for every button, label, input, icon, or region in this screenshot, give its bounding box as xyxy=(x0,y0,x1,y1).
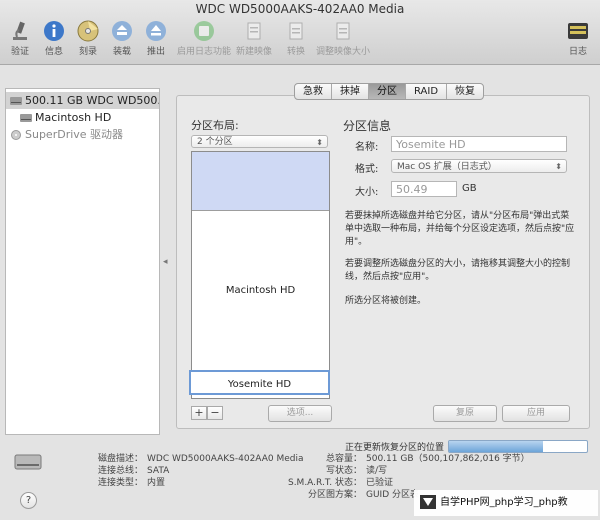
watermark-banner: 自学PHP网_php学习_php教 xyxy=(414,490,598,516)
resize-image-button[interactable]: 调整映像大小 xyxy=(312,20,374,57)
convert-label: 转换 xyxy=(286,47,305,57)
write-status-value: 读/写 xyxy=(366,466,388,476)
tab-bar: 急救 抹掉 分区 RAID 恢复 xyxy=(294,83,485,100)
new-image-button[interactable]: 新建映像 xyxy=(232,20,276,57)
progress-fill xyxy=(449,441,543,452)
eject-icon xyxy=(146,21,166,41)
free-space-region[interactable] xyxy=(192,152,329,211)
partition-name-field[interactable]: Yosemite HD xyxy=(391,136,567,152)
log-button[interactable]: 日志 xyxy=(556,20,600,57)
sidebar-item-label: Macintosh HD xyxy=(35,111,112,124)
sidebar-item-label: 500.11 GB WDC WD500... xyxy=(25,94,159,107)
partition-layout-value: 2 个分区 xyxy=(197,137,233,147)
capacity-label: 总容量： xyxy=(325,454,362,464)
tab-erase[interactable]: 抹掉 xyxy=(332,84,369,99)
size-label: 大小: xyxy=(355,187,379,198)
tab-first-aid[interactable]: 急救 xyxy=(295,84,332,99)
partition-scheme-value: GUID 分区表 xyxy=(366,490,420,500)
partition-scheme-label: 分区图方案： xyxy=(307,490,362,500)
progress-bar xyxy=(448,440,588,453)
partition-layout-select[interactable]: 2 个分区 ⬍ xyxy=(191,135,328,148)
smart-status-value: 已验证 xyxy=(366,478,394,488)
remove-partition-button[interactable]: − xyxy=(207,406,223,420)
convert-icon xyxy=(289,22,303,40)
resize-image-icon xyxy=(336,22,350,40)
capacity-value: 500.11 GB（500,107,862,016 字节） xyxy=(366,454,530,464)
format-label: 格式: xyxy=(355,164,379,175)
apply-button[interactable]: 应用 xyxy=(502,405,570,422)
enable-journaling-button[interactable]: 启用日志功能 xyxy=(176,20,232,57)
format-select[interactable]: Mac OS 扩展（日志式） ⬍ xyxy=(391,159,567,173)
log-label: 日志 xyxy=(568,47,587,57)
hard-disk-icon xyxy=(10,97,22,105)
options-button[interactable]: 选项... xyxy=(268,405,332,422)
revert-button[interactable]: 复原 xyxy=(433,405,497,422)
name-label: 名称: xyxy=(355,142,379,153)
device-sidebar: 500.11 GB WDC WD500... Macintosh HD Supe… xyxy=(5,88,160,435)
disk-utility-window: WDC WD5000AAKS-402AA0 Media 验证 信息 刻录 装载 … xyxy=(0,0,600,520)
enable-journaling-label: 启用日志功能 xyxy=(176,47,231,57)
split-handle[interactable]: ◂ xyxy=(163,257,168,267)
partition-info-label: 分区信息 xyxy=(343,119,392,133)
write-status-label: 写状态： xyxy=(325,466,362,476)
partition-size-field[interactable]: 50.49 xyxy=(391,181,457,197)
eject-button[interactable]: 推出 xyxy=(134,20,178,57)
bus-value: SATA xyxy=(147,466,170,476)
disk-desc-value: WDC WD5000AAKS-402AA0 Media xyxy=(147,454,304,464)
partition-status-text: 所选分区将被创建。 xyxy=(345,296,427,306)
toolbar: WDC WD5000AAKS-402AA0 Media 验证 信息 刻录 装载 … xyxy=(0,0,600,65)
microscope-icon xyxy=(13,21,27,40)
journal-icon xyxy=(194,21,214,41)
partition-help-text-2: 若要调整所选磁盘分区的大小，请拖移其调整大小的控制线，然后点按"应用"。 xyxy=(345,259,571,282)
site-logo-icon xyxy=(420,495,436,509)
new-image-label: 新建映像 xyxy=(235,47,272,57)
sidebar-item-disk[interactable]: 500.11 GB WDC WD500... xyxy=(6,92,159,109)
disk-desc-label: 磁盘描述： xyxy=(97,454,143,464)
connection-type-value: 内置 xyxy=(147,478,166,488)
info-icon xyxy=(44,21,64,41)
chevron-updown-icon: ⬍ xyxy=(555,162,562,171)
new-image-icon xyxy=(247,22,261,40)
sidebar-item-macintosh-hd[interactable]: Macintosh HD xyxy=(6,109,159,126)
tab-partition[interactable]: 分区 xyxy=(369,84,406,99)
smart-status-label: S.M.A.R.T. 状态： xyxy=(287,478,362,488)
resize-image-label: 调整映像大小 xyxy=(315,47,370,57)
optical-drive-icon xyxy=(11,130,21,140)
size-unit: GB xyxy=(462,183,477,194)
info-label: 信息 xyxy=(44,47,63,57)
add-partition-button[interactable]: + xyxy=(191,406,207,420)
eject-label: 推出 xyxy=(146,47,165,57)
bus-label: 连接总线： xyxy=(97,466,143,476)
sidebar-item-label: SuperDrive 驱动器 xyxy=(25,128,124,141)
mount-label: 装载 xyxy=(112,47,131,57)
hard-disk-icon xyxy=(14,454,42,470)
partition-help-text-1: 若要抹掉所选磁盘并给它分区，请从"分区布局"弹出式菜单中选取一种布局，并给每个分… xyxy=(345,211,575,247)
partition-map: Macintosh HD Yosemite HD xyxy=(189,151,330,399)
progress-label: 正在更新恢复分区的位置 xyxy=(345,443,445,453)
partition-block-macintosh-hd[interactable]: Macintosh HD xyxy=(192,211,329,371)
burn-disc-icon xyxy=(77,20,99,42)
sidebar-item-superdrive[interactable]: SuperDrive 驱动器 xyxy=(6,126,159,143)
connection-type-label: 连接类型： xyxy=(97,478,143,488)
volume-icon xyxy=(20,114,32,122)
format-value: Mac OS 扩展（日志式） xyxy=(397,162,497,172)
mount-icon xyxy=(112,21,132,41)
watermark-text: 自学PHP网_php学习_php教 xyxy=(440,497,568,508)
verify-label: 验证 xyxy=(10,47,29,57)
partition-block-yosemite-hd[interactable]: Yosemite HD xyxy=(189,370,330,395)
burn-label: 刻录 xyxy=(78,47,97,57)
window-title: WDC WD5000AAKS-402AA0 Media xyxy=(195,2,405,16)
partition-layout-label: 分区布局: xyxy=(191,119,239,132)
tab-restore[interactable]: 恢复 xyxy=(447,84,483,99)
log-icon xyxy=(568,23,588,39)
help-button[interactable]: ? xyxy=(20,492,37,509)
tab-raid[interactable]: RAID xyxy=(406,84,448,99)
chevron-updown-icon: ⬍ xyxy=(316,138,323,147)
